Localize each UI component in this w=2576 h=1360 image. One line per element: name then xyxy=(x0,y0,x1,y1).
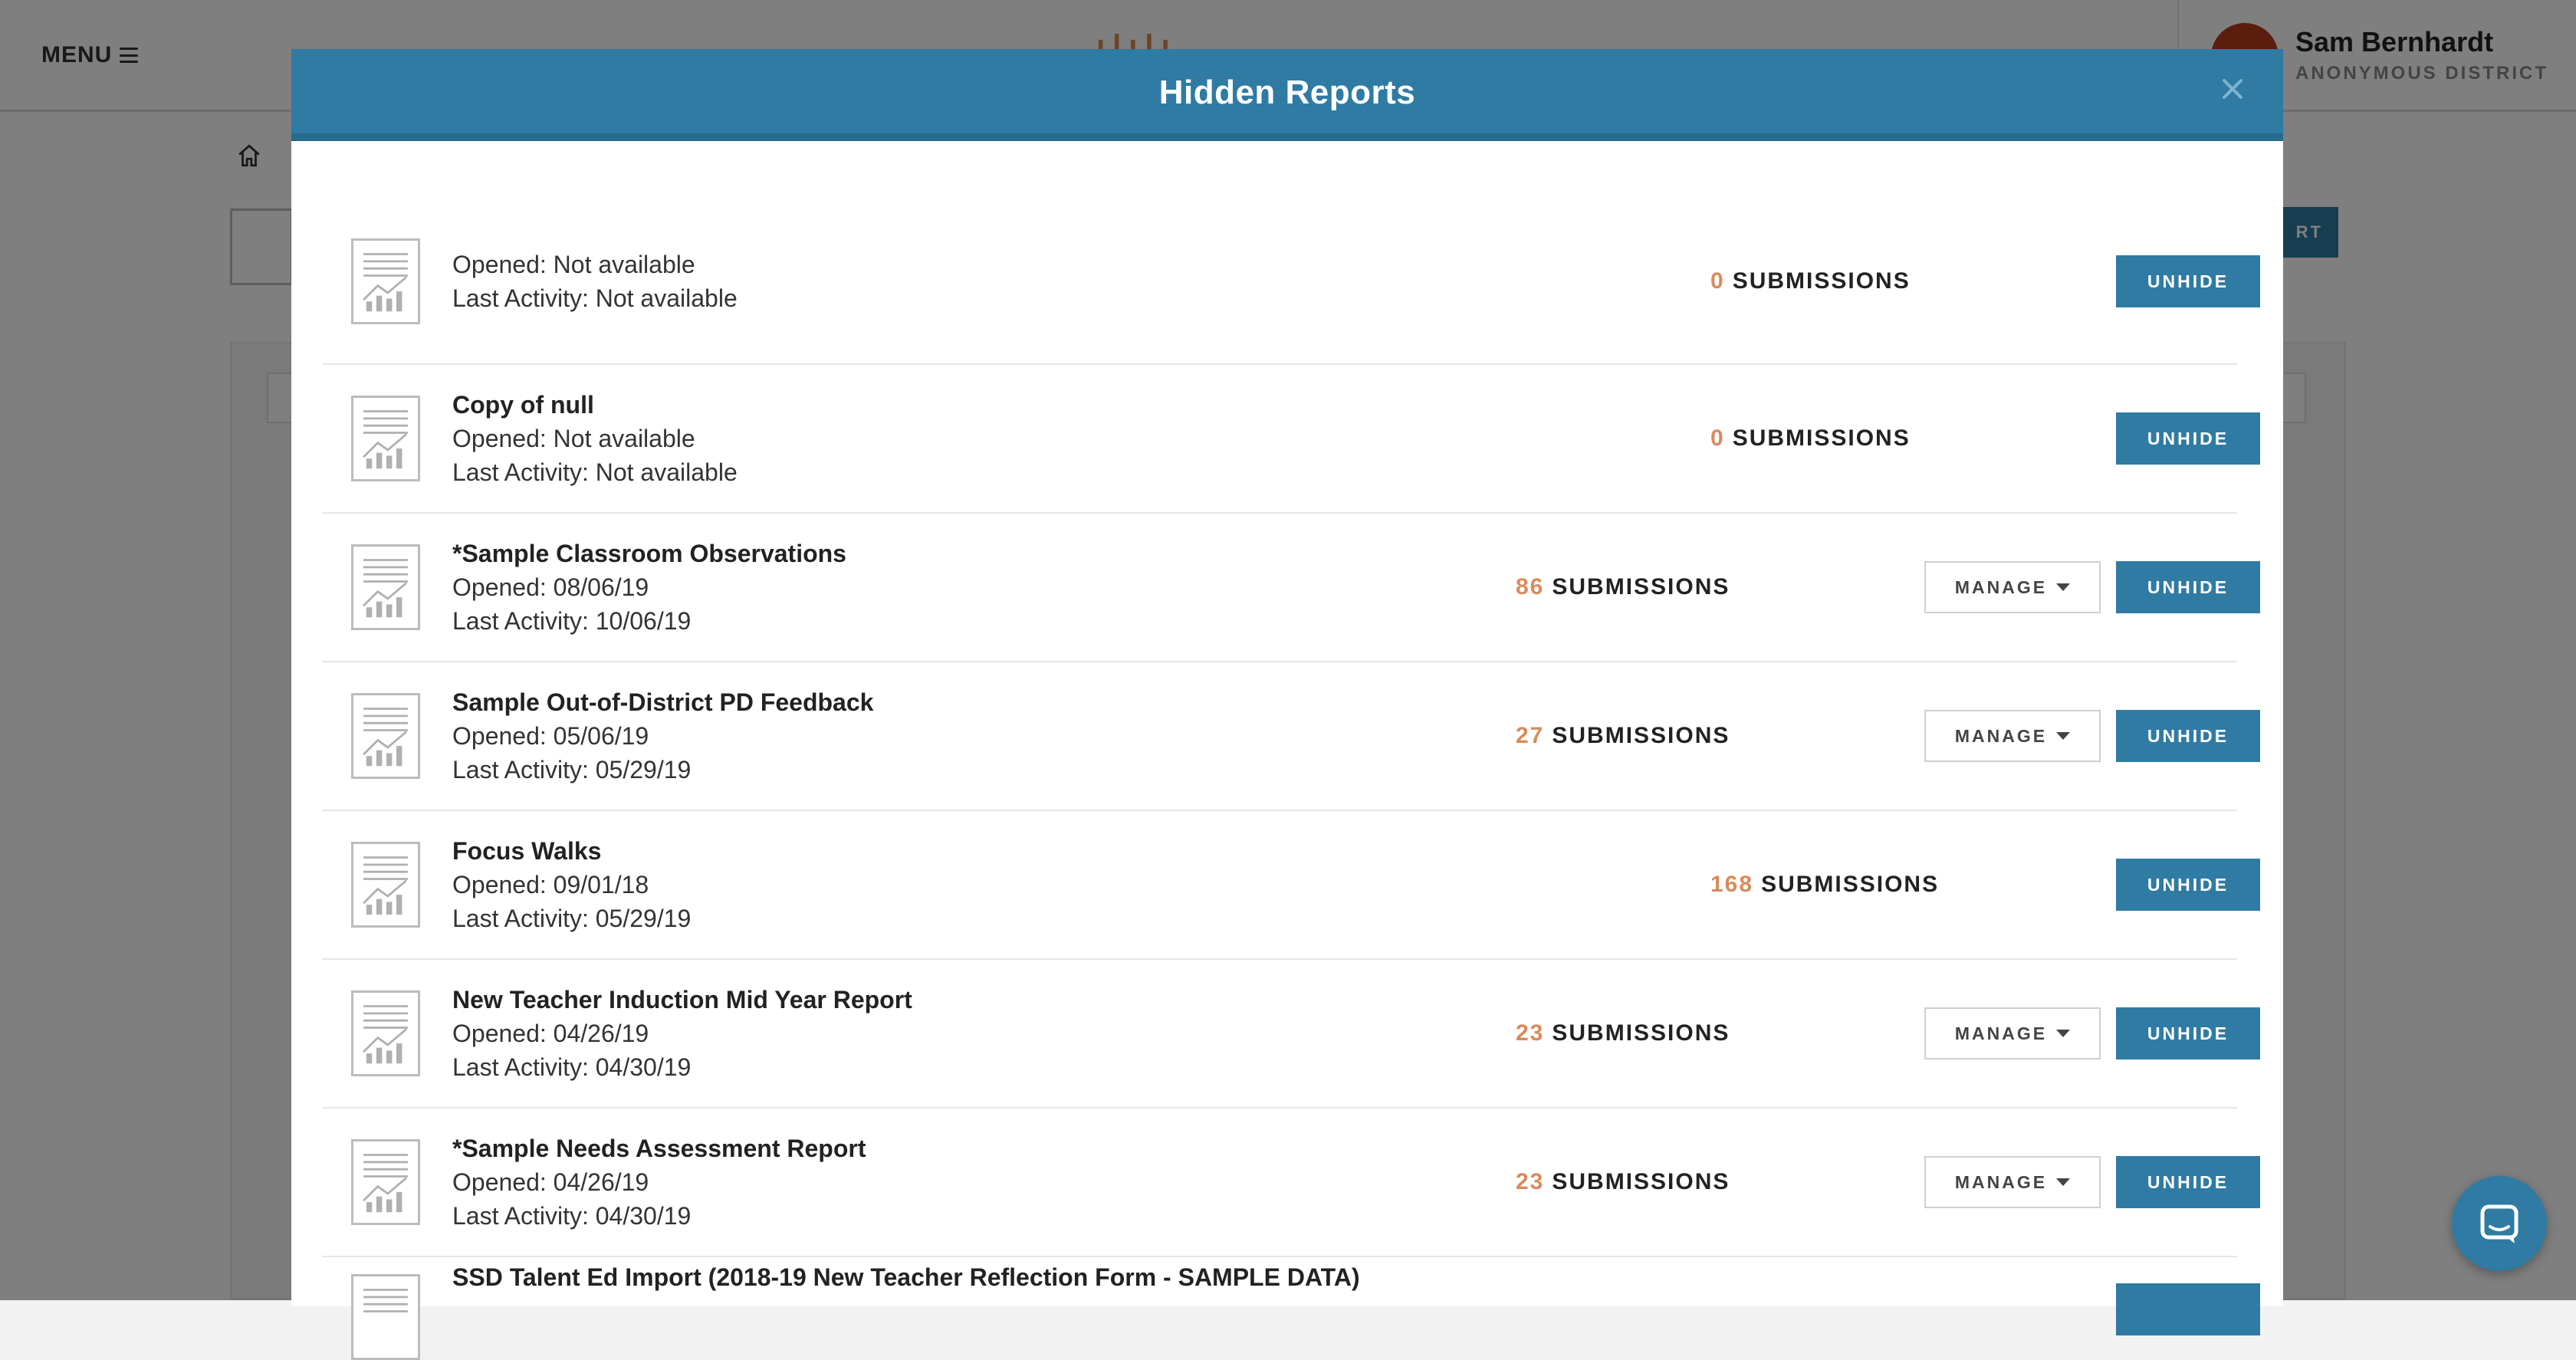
chat-launcher-button[interactable] xyxy=(2452,1176,2547,1271)
caret-down-icon xyxy=(2056,583,2070,591)
caret-down-icon xyxy=(2056,1178,2070,1186)
opened-date: Opened: 09/01/18 xyxy=(452,868,691,902)
submission-number: 23 xyxy=(1516,1020,1544,1046)
report-doc-icon xyxy=(351,842,420,928)
opened-date: Opened: 04/26/19 xyxy=(452,1165,866,1199)
report-info: New Teacher Induction Mid Year Report Op… xyxy=(452,983,912,1084)
unhide-button[interactable]: UNHIDE xyxy=(2116,561,2260,613)
report-doc-icon xyxy=(351,1274,420,1360)
manage-dropdown-button[interactable]: MANAGE xyxy=(1924,1156,2101,1208)
list-item: *Sample Classroom Observations Opened: 0… xyxy=(322,514,2237,662)
report-doc-icon xyxy=(351,990,420,1076)
submissions-count[interactable]: 0 SUBMISSIONS xyxy=(1710,268,1911,294)
report-info: Sample Out-of-District PD Feedback Opene… xyxy=(452,685,873,787)
manage-label: MANAGE xyxy=(1955,1172,2047,1193)
list-item: SSD Talent Ed Import (2018-19 New Teache… xyxy=(322,1239,2237,1300)
report-title[interactable]: Focus Walks xyxy=(452,834,691,868)
submissions-label: SUBMISSIONS xyxy=(1552,1020,1730,1046)
submissions-count[interactable]: 86 SUBMISSIONS xyxy=(1516,574,1730,600)
report-title[interactable]: New Teacher Induction Mid Year Report xyxy=(452,983,912,1017)
chat-icon xyxy=(2476,1201,2522,1247)
report-info: *Sample Needs Assessment Report Opened: … xyxy=(452,1132,866,1233)
submissions-label: SUBMISSIONS xyxy=(1552,574,1730,600)
last-activity: Last Activity: 05/29/19 xyxy=(452,753,873,787)
caret-down-icon xyxy=(2056,732,2070,740)
submissions-count[interactable]: 168 SUBMISSIONS xyxy=(1710,872,1939,898)
report-info: *Sample Classroom Observations Opened: 0… xyxy=(452,537,846,638)
last-activity: Last Activity: Not available xyxy=(452,281,738,315)
close-button[interactable] xyxy=(2214,71,2251,107)
list-item: *Sample Needs Assessment Report Opened: … xyxy=(322,1109,2237,1257)
report-doc-icon xyxy=(351,238,420,324)
report-title[interactable]: SSD Talent Ed Import (2018-19 New Teache… xyxy=(452,1263,1360,1292)
report-title[interactable]: Sample Out-of-District PD Feedback xyxy=(452,685,873,719)
opened-date: Opened: 04/26/19 xyxy=(452,1017,912,1050)
list-item: New Teacher Induction Mid Year Report Op… xyxy=(322,960,2237,1109)
report-doc-icon xyxy=(351,1139,420,1225)
report-info: Copy of null Opened: Not available Last … xyxy=(452,388,738,489)
manage-dropdown-button[interactable]: MANAGE xyxy=(1924,1007,2101,1059)
submissions-count[interactable]: 0 SUBMISSIONS xyxy=(1710,425,1911,452)
last-activity: Last Activity: 05/29/19 xyxy=(452,902,691,935)
report-doc-icon xyxy=(351,544,420,630)
modal-header: Hidden Reports xyxy=(291,49,2283,141)
list-item: Focus Walks Opened: 09/01/18 Last Activi… xyxy=(322,811,2237,960)
report-title[interactable]: *Sample Classroom Observations xyxy=(452,537,846,570)
submissions-label: SUBMISSIONS xyxy=(1552,1169,1730,1194)
submissions-count[interactable]: 23 SUBMISSIONS xyxy=(1516,1169,1730,1195)
list-item: Sample Out-of-District PD Feedback Opene… xyxy=(322,662,2237,811)
manage-label: MANAGE xyxy=(1955,1023,2047,1044)
submission-number: 23 xyxy=(1516,1169,1544,1194)
last-activity: Last Activity: 04/30/19 xyxy=(452,1199,866,1233)
submission-number: 86 xyxy=(1516,574,1544,600)
report-doc-icon xyxy=(351,396,420,481)
unhide-button[interactable]: UNHIDE xyxy=(2116,710,2260,762)
unhide-button[interactable]: UNHIDE xyxy=(2116,412,2260,465)
unhide-button[interactable]: UNHIDE xyxy=(2116,859,2260,911)
submission-number: 27 xyxy=(1516,723,1544,748)
submission-number: 0 xyxy=(1710,268,1725,294)
submission-number: 0 xyxy=(1710,425,1725,451)
last-activity: Last Activity: 04/30/19 xyxy=(452,1050,912,1084)
report-info: Focus Walks Opened: 09/01/18 Last Activi… xyxy=(452,834,691,935)
last-activity: Last Activity: Not available xyxy=(452,455,738,489)
hidden-reports-modal: Hidden Reports Opened: Not available Las… xyxy=(291,49,2283,1306)
manage-label: MANAGE xyxy=(1955,577,2047,598)
manage-dropdown-button[interactable]: MANAGE xyxy=(1924,710,2101,762)
opened-date: Opened: 05/06/19 xyxy=(452,719,873,753)
list-item: Opened: Not available Last Activity: Not… xyxy=(322,199,2237,365)
report-title[interactable]: *Sample Needs Assessment Report xyxy=(452,1132,866,1165)
report-list: Opened: Not available Last Activity: Not… xyxy=(322,230,2237,1257)
report-title[interactable]: Copy of null xyxy=(452,388,738,422)
modal-title: Hidden Reports xyxy=(291,74,2283,112)
submissions-label: SUBMISSIONS xyxy=(1733,425,1911,451)
report-info: Opened: Not available Last Activity: Not… xyxy=(452,248,738,315)
submissions-count[interactable]: 27 SUBMISSIONS xyxy=(1516,723,1730,749)
opened-date: Opened: 08/06/19 xyxy=(452,570,846,604)
report-doc-icon xyxy=(351,693,420,779)
manage-dropdown-button[interactable]: MANAGE xyxy=(1924,561,2101,613)
unhide-button[interactable]: UNHIDE xyxy=(2116,1156,2260,1208)
submissions-label: SUBMISSIONS xyxy=(1552,723,1730,748)
caret-down-icon xyxy=(2056,1030,2070,1037)
submissions-count[interactable]: 23 SUBMISSIONS xyxy=(1516,1020,1730,1046)
opened-date: Opened: Not available xyxy=(452,422,738,455)
submissions-label: SUBMISSIONS xyxy=(1761,872,1939,897)
unhide-button[interactable] xyxy=(2116,1283,2260,1335)
last-activity: Last Activity: 10/06/19 xyxy=(452,604,846,638)
manage-label: MANAGE xyxy=(1955,726,2047,747)
close-icon xyxy=(2221,77,2244,100)
submissions-label: SUBMISSIONS xyxy=(1733,268,1911,294)
opened-date: Opened: Not available xyxy=(452,248,738,281)
unhide-button[interactable]: UNHIDE xyxy=(2116,1007,2260,1059)
unhide-button[interactable]: UNHIDE xyxy=(2116,255,2260,307)
submission-number: 168 xyxy=(1710,872,1753,897)
list-item: Copy of null Opened: Not available Last … xyxy=(322,365,2237,514)
